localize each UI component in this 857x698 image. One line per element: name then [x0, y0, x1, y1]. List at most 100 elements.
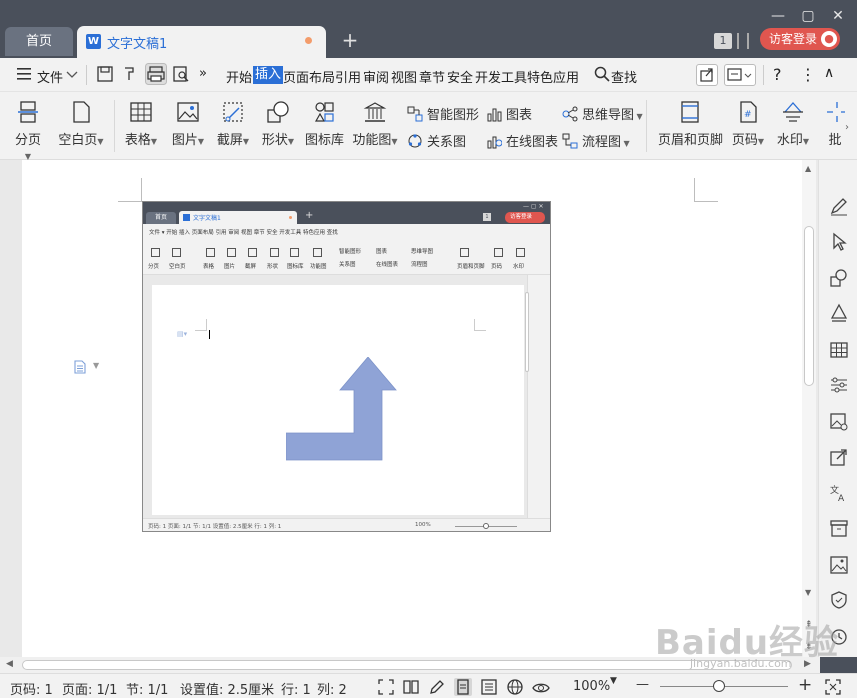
maximize-button[interactable]: ▢ — [794, 7, 822, 25]
menu-tab-developer[interactable]: 开发工具 — [475, 67, 527, 86]
guest-login-button[interactable]: 访客登录 ● — [760, 28, 840, 50]
table-panel-icon[interactable] — [829, 340, 849, 360]
mini-ribbon-label: 思维导图 — [411, 249, 434, 255]
ribbon-truncated-button[interactable]: 批 — [825, 100, 845, 148]
eye-protection-icon[interactable] — [532, 678, 550, 696]
share-panel-icon[interactable] — [829, 447, 849, 467]
search-label[interactable]: 查找 — [611, 67, 637, 86]
fullscreen-icon[interactable] — [377, 678, 395, 696]
status-section: 节: 1/1 — [126, 683, 169, 698]
relation-chart-button[interactable]: 关系图 — [407, 131, 466, 150]
page-view-icon[interactable] — [454, 678, 472, 696]
shield-icon[interactable] — [829, 590, 849, 610]
paragraph-layout-caret[interactable]: ▼ — [93, 361, 99, 370]
more-options-button[interactable]: ⋮ — [800, 65, 816, 84]
embedded-screenshot-image[interactable]: 首页 文字文稿1 + 1 访客登录 — ▢ ✕ 文件 ▾ 开始 插入 页面布局 … — [142, 201, 551, 532]
tab-home[interactable]: 首页 — [5, 27, 73, 56]
tab-document[interactable]: W 文字文稿1 — [77, 26, 326, 58]
status-page-number[interactable]: 页码: 1 — [10, 679, 53, 698]
menu-tab-reference[interactable]: 引用 — [335, 67, 361, 86]
comment-dropdown-button[interactable] — [724, 64, 756, 86]
shapes-panel-icon[interactable] — [829, 268, 849, 288]
table-icon — [130, 102, 152, 122]
mind-map-button[interactable]: 思维导图 ▼ — [562, 104, 643, 123]
header-footer-label: 页眉和页脚 — [658, 133, 724, 148]
mini-ribbon-icon — [313, 248, 322, 257]
vertical-scrollbar[interactable]: ▲ ▼ ⇞ ⇟ — [802, 160, 816, 657]
online-chart-button[interactable]: 在线图表 — [486, 131, 558, 150]
share-button[interactable] — [696, 64, 718, 86]
function-chart-button[interactable]: 功能图▼ — [352, 100, 398, 148]
l-shaped-arrow-shape[interactable] — [286, 357, 398, 462]
mini-login-button: 访客登录 — [505, 212, 545, 223]
page-break-button[interactable]: 分页▼ — [12, 100, 44, 163]
status-pages[interactable]: 页面: 1/1 — [62, 679, 117, 698]
blank-page-button[interactable]: 空白页▼ — [58, 100, 104, 148]
comment-icon — [727, 68, 752, 81]
write-mode-icon[interactable] — [428, 678, 446, 696]
watermark-label: 水印 — [776, 133, 803, 148]
page-number-button[interactable]: # 页码▼ — [730, 100, 766, 148]
menu-tab-page-layout[interactable]: 页面布局 — [283, 67, 335, 86]
menu-tab-insert[interactable]: 插入 — [253, 66, 284, 84]
scroll-left-icon[interactable]: ◀ — [6, 659, 13, 669]
outline-view-icon[interactable] — [480, 678, 498, 696]
image-panel-icon[interactable] — [829, 412, 849, 432]
save-icon[interactable] — [96, 65, 114, 83]
help-button[interactable]: ? — [773, 65, 782, 84]
reading-mode-icon[interactable] — [402, 678, 420, 696]
style-icon[interactable] — [829, 303, 849, 323]
zoom-dropdown-icon[interactable]: ▼ — [610, 676, 617, 686]
icon-library-button[interactable]: 图标库 — [305, 100, 344, 148]
table-button[interactable]: 表格▼ — [124, 100, 158, 148]
chevron-down-icon[interactable] — [66, 68, 78, 80]
print-icon[interactable] — [145, 63, 167, 85]
paragraph-layout-icon[interactable] — [73, 360, 87, 374]
menu-tab-section[interactable]: 章节 — [419, 67, 445, 86]
window-layout-icon[interactable] — [737, 33, 749, 49]
chart-button[interactable]: 图表 — [486, 104, 532, 123]
select-cursor-icon[interactable] — [829, 232, 849, 252]
flowchart-button[interactable]: 流程图 ▼ — [562, 131, 630, 150]
screenshot-button[interactable]: 截屏▼ — [216, 100, 250, 148]
picture-button[interactable]: 图片▼ — [171, 100, 205, 148]
new-tab-button[interactable]: + — [339, 28, 361, 52]
shapes-button[interactable]: 形状▼ — [261, 100, 295, 148]
mini-tab-home: 首页 — [146, 212, 176, 224]
zoom-slider-knob[interactable] — [713, 680, 725, 692]
zoom-level[interactable]: 100% — [573, 679, 610, 694]
scroll-up-icon[interactable]: ▲ — [805, 164, 811, 173]
smart-art-button[interactable]: 智能图形 — [407, 104, 479, 123]
menu-tab-review[interactable]: 审阅 — [363, 67, 389, 86]
vertical-scroll-thumb[interactable] — [804, 226, 814, 386]
menu-tab-security[interactable]: 安全 — [447, 67, 473, 86]
pen-icon[interactable] — [829, 196, 849, 216]
format-painter-icon[interactable] — [121, 65, 139, 83]
window-count-badge[interactable]: 1 — [714, 33, 732, 49]
header-footer-button[interactable]: 页眉和页脚 — [658, 100, 724, 148]
mini-right-sidebar — [527, 275, 550, 518]
fit-page-icon[interactable] — [824, 678, 842, 696]
ribbon-scroll-right-icon[interactable]: › — [845, 122, 849, 133]
mini-ribbon-label: 功能图 — [310, 264, 327, 270]
collapse-ribbon-button[interactable]: ∧ — [824, 65, 834, 81]
minimize-button[interactable]: — — [764, 7, 792, 25]
archive-icon[interactable] — [829, 518, 849, 538]
close-window-button[interactable]: ✕ — [824, 7, 852, 25]
zoom-out-button[interactable]: — — [636, 677, 649, 692]
more-menu-arrow[interactable]: » — [199, 66, 207, 81]
menu-tab-features[interactable]: 特色应用 — [527, 67, 579, 86]
zoom-in-button[interactable]: + — [798, 675, 812, 695]
file-menu[interactable]: 文件 — [37, 67, 63, 86]
menu-tab-start[interactable]: 开始 — [226, 67, 252, 86]
print-preview-icon[interactable] — [172, 65, 190, 83]
translate-icon[interactable]: 文A — [829, 483, 849, 503]
web-view-icon[interactable] — [506, 678, 524, 696]
hamburger-menu-icon[interactable] — [16, 65, 34, 83]
menu-tab-view[interactable]: 视图 — [391, 67, 417, 86]
picture-panel-icon[interactable] — [829, 555, 849, 575]
adjust-sliders-icon[interactable] — [829, 375, 849, 395]
search-icon[interactable] — [594, 66, 610, 82]
watermark-button[interactable]: 水印▼ — [775, 100, 811, 148]
scroll-down-icon[interactable]: ▼ — [805, 588, 811, 597]
